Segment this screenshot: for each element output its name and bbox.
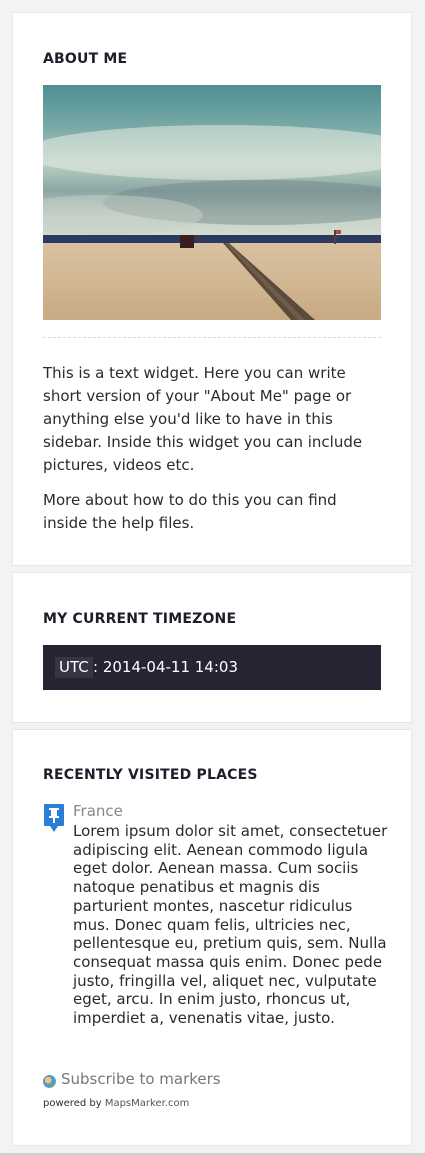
divider: [43, 337, 381, 338]
powered-by-label: powered by: [43, 1098, 102, 1109]
about-help-text: More about how to do this you can find i…: [43, 491, 337, 532]
timezone-clock: UTC : 2014-04-11 14:03: [43, 645, 381, 690]
about-me-widget: ABOUT ME This is a text widget. Here you…: [12, 12, 412, 566]
timezone-label: UTC: [55, 657, 93, 678]
place-description: Lorem ipsum dolor sit amet, consectetuer…: [73, 822, 388, 1028]
widget-title: MY CURRENT TIMEZONE: [43, 611, 237, 627]
place-name-link[interactable]: France: [73, 802, 123, 820]
beach-photo: [43, 85, 381, 320]
mapsmarker-link[interactable]: MapsMarker.com: [105, 1098, 190, 1109]
subscribe-markers-link[interactable]: Subscribe to markers: [61, 1070, 221, 1088]
rss-feed-icon[interactable]: [43, 1075, 56, 1088]
about-text: This is a text widget. Here you can writ…: [43, 364, 363, 474]
powered-by: powered by MapsMarker.com: [43, 1098, 189, 1109]
map-pin-icon: [43, 803, 65, 833]
recent-places-widget: RECENTLY VISITED PLACES France Lorem ips…: [12, 729, 412, 1146]
timezone-widget: MY CURRENT TIMEZONE UTC : 2014-04-11 14:…: [12, 572, 412, 723]
widget-title: ABOUT ME: [43, 51, 128, 67]
widget-title: RECENTLY VISITED PLACES: [43, 767, 258, 783]
timezone-datetime: : 2014-04-11 14:03: [93, 658, 238, 676]
